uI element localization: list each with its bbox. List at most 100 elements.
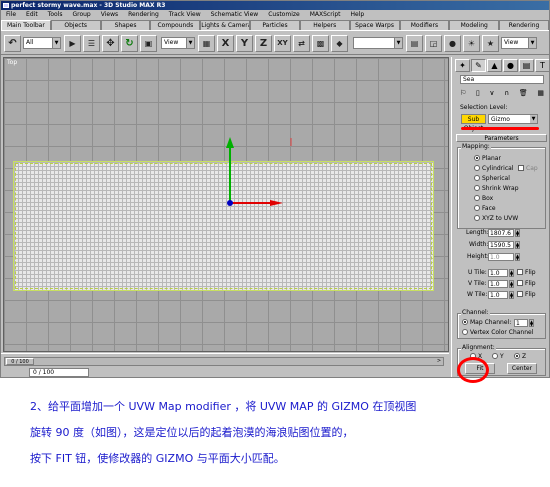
show-end-result-icon[interactable]: ∨ [489, 88, 494, 98]
hierarchy-tab-icon[interactable]: ▲ [487, 59, 502, 72]
array-icon[interactable]: ▩ [312, 35, 329, 52]
tab-space-warps[interactable]: Space Warps [349, 20, 400, 30]
map-channel-radio[interactable]: Map Channel: [462, 319, 511, 326]
parameters-rollout[interactable]: Parameters [456, 134, 547, 142]
sub-object-button[interactable]: Sub Object [461, 114, 486, 132]
map-channel-field[interactable]: 1 [514, 319, 528, 327]
u-tile-label: U Tile: [468, 269, 487, 276]
utilities-tab-icon[interactable]: T [535, 59, 549, 72]
make-unique-icon[interactable]: ∩ [504, 88, 509, 98]
viewport-label[interactable]: Top [7, 59, 17, 66]
selection-filter-dropdown[interactable]: All ▼ [23, 37, 61, 49]
align-y-radio[interactable]: Y [492, 353, 504, 360]
menu-maxscript[interactable]: MAXScript [305, 10, 346, 19]
track-view-icon[interactable]: ▤ [406, 35, 423, 52]
mapping-cylindrical-radio[interactable]: Cylindrical [474, 165, 513, 172]
mapping-box-radio[interactable]: Box [474, 195, 493, 202]
u-tile-spinner[interactable]: ▲ ▼ [509, 269, 514, 277]
object-name-field[interactable]: Sea [460, 75, 544, 84]
mirror-icon[interactable]: ⇄ [293, 35, 310, 52]
v-tile-label: V Tile: [468, 280, 487, 287]
cap-checkbox[interactable]: Cap [518, 165, 538, 172]
tab-modeling[interactable]: Modeling [449, 20, 500, 30]
motion-tab-icon[interactable]: ● [503, 59, 518, 72]
u-flip-checkbox[interactable]: Flip [517, 269, 536, 276]
create-tab-icon[interactable]: ✦ [455, 59, 470, 72]
center-button[interactable]: Center [507, 363, 537, 374]
w-flip-checkbox[interactable]: Flip [517, 291, 536, 298]
pivot-center-icon[interactable]: ▦ [198, 35, 215, 52]
select-by-name-icon[interactable]: ☰ [83, 35, 100, 52]
radio-dot [474, 185, 480, 191]
tab-rendering[interactable]: Rendering [499, 20, 549, 30]
u-tile-field[interactable]: 1.0 [488, 269, 508, 277]
remove-modifier-icon[interactable]: 🗑 [519, 88, 528, 98]
select-rotate-icon[interactable]: ↻ [121, 35, 138, 52]
v-flip-checkbox[interactable]: Flip [517, 280, 536, 287]
tab-modifiers[interactable]: Modifiers [399, 20, 450, 30]
mapping-shrink-wrap-radio[interactable]: Shrink Wrap [474, 185, 519, 192]
tab-lights-cameras[interactable]: Lights & Cameras [200, 20, 251, 30]
render-scene-icon[interactable]: ☀ [463, 35, 480, 52]
width-spinner[interactable]: ▲ ▼ [515, 241, 520, 249]
menu-schematic-view[interactable]: Schematic View [206, 10, 264, 19]
display-tab-icon[interactable]: ▤ [519, 59, 534, 72]
menu-customize[interactable]: Customize [263, 10, 305, 19]
length-field[interactable]: 1807.6 [488, 229, 514, 237]
w-tile-field[interactable]: 1.0 [488, 291, 508, 299]
select-scale-icon[interactable]: ▣ [140, 35, 157, 52]
v-tile-spinner[interactable]: ▲ ▼ [509, 280, 514, 288]
width-field[interactable]: 1590.5 [488, 241, 514, 249]
map-channel-spinner[interactable]: ▲ ▼ [529, 319, 534, 327]
w-tile-spinner[interactable]: ▲ ▼ [509, 291, 514, 299]
edit-stack-icon[interactable]: ▦ [537, 88, 544, 98]
axis-x-button[interactable]: X [217, 35, 234, 52]
sub-level-dropdown[interactable]: Gizmo ▼ [488, 114, 538, 124]
vertex-color-channel-radio[interactable]: Vertex Color Channel [462, 329, 533, 336]
tab-main-toolbar[interactable]: Main Toolbar [1, 20, 51, 30]
mapping-spherical-radio[interactable]: Spherical [474, 175, 510, 182]
menu-help[interactable]: Help [346, 10, 370, 19]
menu-track-view[interactable]: Track View [164, 10, 206, 19]
mapping-xyz-to-uvw-radio[interactable]: XYZ to UVW [474, 215, 518, 222]
align-z-radio[interactable]: Z [514, 353, 526, 360]
menu-views[interactable]: Views [96, 10, 123, 19]
tab-helpers[interactable]: Helpers [299, 20, 350, 30]
select-object-icon[interactable]: ▶ [64, 35, 81, 52]
menu-edit[interactable]: Edit [21, 10, 43, 19]
menu-file[interactable]: File [1, 10, 21, 19]
v-tile-field[interactable]: 1.0 [488, 280, 508, 288]
mapping-face-radio[interactable]: Face [474, 205, 496, 212]
material-editor-icon[interactable]: ● [444, 35, 461, 52]
tab-shapes[interactable]: Shapes [100, 20, 151, 30]
transform-gizmo[interactable] [4, 58, 449, 352]
render-type-dropdown[interactable]: View ▼ [501, 37, 537, 49]
time-slider[interactable]: 0 / 100 > [4, 357, 444, 366]
axis-xy-button[interactable]: XY [274, 35, 291, 52]
menu-group[interactable]: Group [67, 10, 95, 19]
pin-stack-icon[interactable]: ⚐ [460, 88, 466, 98]
align-icon[interactable]: ◆ [331, 35, 348, 52]
axis-z-button[interactable]: Z [255, 35, 272, 52]
next-frame-arrow[interactable]: > [435, 358, 443, 365]
quick-render-icon[interactable]: ★ [482, 35, 499, 52]
height-field[interactable]: 1.0 [488, 253, 514, 261]
axis-y-button[interactable]: Y [236, 35, 253, 52]
menu-rendering[interactable]: Rendering [123, 10, 164, 19]
active-inactive-icon[interactable]: ▯ [476, 88, 480, 98]
tab-objects[interactable]: Objects [50, 20, 101, 30]
time-slider-thumb[interactable]: 0 / 100 [6, 358, 34, 365]
modify-tab-icon[interactable]: ✎ [471, 59, 486, 72]
tab-particles[interactable]: Particles [250, 20, 300, 30]
schematic-view-icon[interactable]: ◲ [425, 35, 442, 52]
select-move-icon[interactable]: ✥ [102, 35, 119, 52]
top-viewport[interactable]: Top [3, 57, 449, 352]
mapping-planar-radio[interactable]: Planar [474, 155, 501, 162]
reference-coord-dropdown[interactable]: View ▼ [161, 37, 195, 49]
tab-compounds[interactable]: Compounds [150, 20, 201, 30]
height-spinner[interactable]: ▲ ▼ [515, 253, 520, 261]
named-selection-dropdown[interactable]: ▼ [353, 37, 403, 49]
undo-icon[interactable]: ↶ [4, 35, 21, 52]
menu-tools[interactable]: Tools [43, 10, 68, 19]
length-spinner[interactable]: ▲ ▼ [515, 229, 520, 237]
